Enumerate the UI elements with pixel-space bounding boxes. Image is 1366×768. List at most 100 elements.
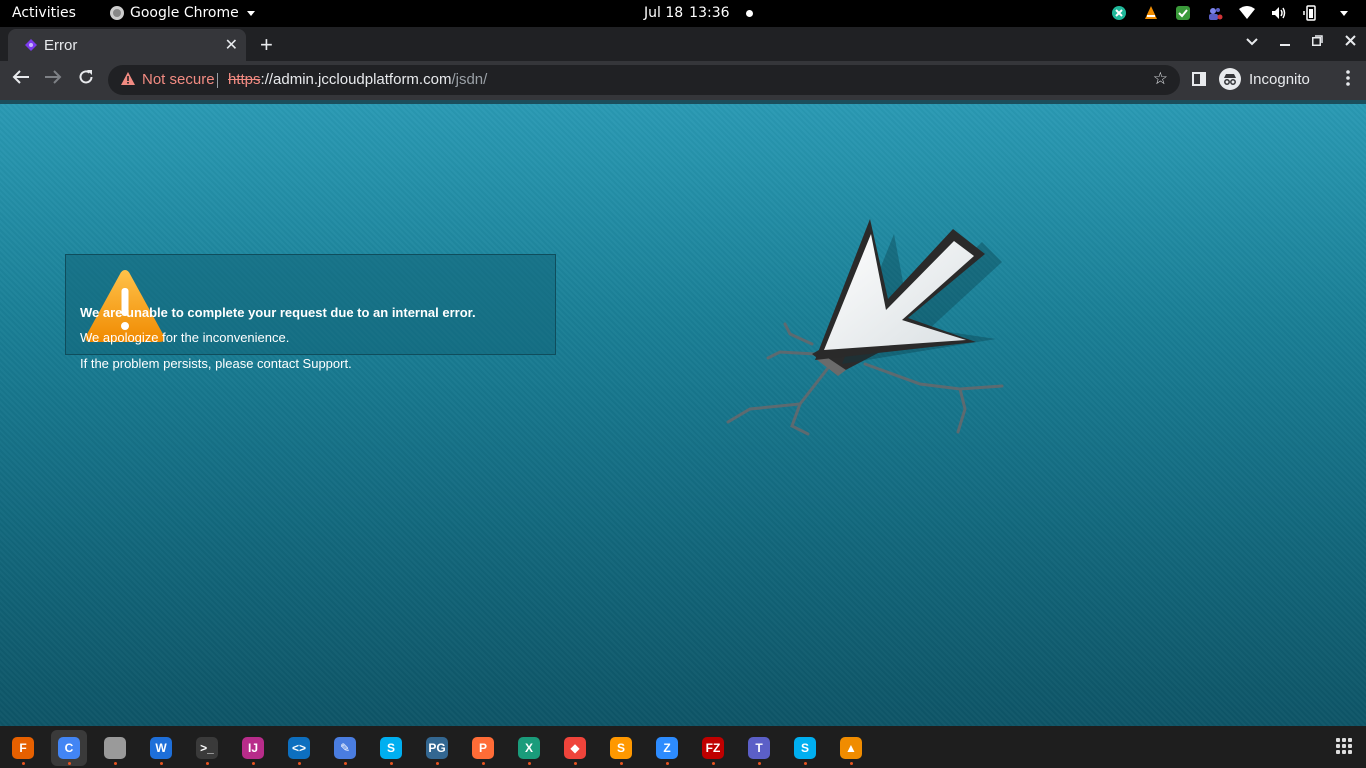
side-panel-icon[interactable] bbox=[1192, 72, 1206, 86]
system-tray bbox=[1110, 4, 1352, 22]
running-indicator bbox=[528, 762, 531, 765]
firefox-icon: F bbox=[12, 737, 34, 759]
vlc-tray-icon[interactable] bbox=[1142, 4, 1160, 22]
wifi-icon[interactable] bbox=[1238, 4, 1256, 22]
error-support-hint: If the problem persists, please contact … bbox=[80, 355, 352, 371]
crossover-icon: X bbox=[518, 737, 540, 759]
dock-app-chrome[interactable]: C bbox=[51, 730, 87, 766]
chrome-toolbar: Not secure https://admin.jccloudplatform… bbox=[0, 61, 1366, 100]
tab-title: Error bbox=[44, 37, 78, 54]
dock-app-vlc[interactable]: ▲ bbox=[833, 730, 869, 766]
intellij-icon: IJ bbox=[242, 737, 264, 759]
power-menu-caret-icon[interactable] bbox=[1334, 4, 1352, 22]
restore-button[interactable] bbox=[1312, 33, 1323, 50]
ubuntu-dock: F C W >_ IJ <> ✎ S PG P X ◆ S Z FZ T S ▲ bbox=[0, 726, 1366, 768]
incognito-label: Incognito bbox=[1249, 70, 1310, 88]
not-secure-label[interactable]: Not secure bbox=[142, 71, 215, 88]
reload-button[interactable] bbox=[78, 69, 94, 90]
dock-app-writer[interactable]: W bbox=[143, 730, 179, 766]
back-button[interactable] bbox=[12, 69, 30, 90]
battery-icon[interactable] bbox=[1302, 4, 1320, 22]
chrome-menu-icon[interactable] bbox=[1346, 70, 1350, 91]
dock-app-firefox[interactable]: F bbox=[5, 730, 41, 766]
activities-button[interactable]: Activities bbox=[12, 5, 76, 21]
dock-app-skype[interactable]: S bbox=[373, 730, 409, 766]
app-menu-label: Google Chrome bbox=[130, 5, 239, 21]
address-bar[interactable]: Not secure https://admin.jccloudplatform… bbox=[108, 65, 1180, 95]
running-indicator bbox=[298, 762, 301, 765]
url-host: ://admin.jccloudplatform.com bbox=[260, 71, 452, 88]
url-path: /jsdn/ bbox=[451, 71, 488, 88]
tab-close-icon[interactable]: ✕ bbox=[225, 35, 238, 55]
dock-app-vs-code[interactable]: <> bbox=[281, 730, 317, 766]
dock-app-text-editor[interactable]: ✎ bbox=[327, 730, 363, 766]
anydesk-icon: ◆ bbox=[564, 737, 586, 759]
page-content: We are unable to complete your request d… bbox=[0, 100, 1366, 726]
clock-date: Jul 18 bbox=[644, 5, 684, 21]
running-indicator bbox=[390, 762, 393, 765]
dock-app-anydesk[interactable]: ◆ bbox=[557, 730, 593, 766]
warning-icon[interactable] bbox=[120, 71, 136, 87]
dock-app-zoom[interactable]: Z bbox=[649, 730, 685, 766]
gnome-top-bar: Activities Google Chrome Jul 18 13:36 bbox=[0, 0, 1366, 27]
incognito-indicator[interactable]: Incognito bbox=[1219, 68, 1310, 90]
dock-app-crossover[interactable]: X bbox=[511, 730, 547, 766]
caret-down-icon bbox=[246, 10, 255, 16]
running-indicator bbox=[252, 762, 255, 765]
dock-app-filezilla[interactable]: FZ bbox=[695, 730, 731, 766]
text-editor-icon: ✎ bbox=[334, 737, 356, 759]
teams-icon: T bbox=[748, 737, 770, 759]
running-indicator bbox=[160, 762, 163, 765]
running-indicator bbox=[620, 762, 623, 765]
error-message: We are unable to complete your request d… bbox=[80, 305, 476, 372]
running-indicator bbox=[804, 762, 807, 765]
show-applications-icon[interactable] bbox=[1336, 738, 1352, 754]
running-indicator bbox=[850, 762, 853, 765]
running-indicator bbox=[436, 762, 439, 765]
url-text[interactable]: https://admin.jccloudplatform.com/jsdn/ bbox=[228, 71, 487, 88]
sublime-text-icon: S bbox=[610, 737, 632, 759]
chrome-icon bbox=[110, 6, 124, 20]
terminal-icon: >_ bbox=[196, 737, 218, 759]
new-tab-button[interactable]: + bbox=[260, 32, 273, 58]
dock-app-pgadmin[interactable]: PG bbox=[419, 730, 455, 766]
zoom-icon: Z bbox=[656, 737, 678, 759]
url-scheme: https bbox=[228, 71, 261, 88]
chrome-icon: C bbox=[58, 737, 80, 759]
bookmark-star-icon[interactable]: ☆ bbox=[1153, 69, 1168, 89]
app-menu[interactable]: Google Chrome bbox=[110, 5, 255, 21]
postman-icon: P bbox=[472, 737, 494, 759]
forward-button[interactable] bbox=[44, 69, 62, 90]
window-controls bbox=[1246, 33, 1356, 50]
minimize-button[interactable] bbox=[1280, 33, 1290, 50]
tab-search-icon[interactable] bbox=[1246, 33, 1258, 50]
running-indicator bbox=[666, 762, 669, 765]
dock-app-files[interactable] bbox=[97, 730, 133, 766]
crossover-tray-icon[interactable] bbox=[1110, 4, 1128, 22]
running-indicator bbox=[712, 762, 715, 765]
tab-error[interactable]: Error ✕ bbox=[8, 29, 246, 61]
skype-icon: S bbox=[380, 737, 402, 759]
teams-tray-icon[interactable] bbox=[1206, 4, 1224, 22]
vs-code-icon: <> bbox=[288, 737, 310, 759]
dock-app-postman[interactable]: P bbox=[465, 730, 501, 766]
running-indicator bbox=[206, 762, 209, 765]
error-apology: We apologize for the inconvenience. bbox=[80, 330, 290, 346]
dock-app-terminal[interactable]: >_ bbox=[189, 730, 225, 766]
cracked-cursor-illustration bbox=[726, 219, 1004, 436]
error-headline: We are unable to complete your request d… bbox=[80, 305, 476, 320]
dock-app-teams[interactable]: T bbox=[741, 730, 777, 766]
pgadmin-icon: PG bbox=[426, 737, 448, 759]
clock[interactable]: Jul 18 13:36 bbox=[644, 5, 753, 21]
dock-app-sublime-text[interactable]: S bbox=[603, 730, 639, 766]
notification-dot bbox=[745, 9, 753, 17]
files-icon bbox=[104, 737, 126, 759]
update-tray-icon[interactable] bbox=[1174, 4, 1192, 22]
running-indicator bbox=[574, 762, 577, 765]
volume-icon[interactable] bbox=[1270, 4, 1288, 22]
skype-2-icon: S bbox=[794, 737, 816, 759]
running-indicator bbox=[758, 762, 761, 765]
dock-app-skype-2[interactable]: S bbox=[787, 730, 823, 766]
dock-app-intellij[interactable]: IJ bbox=[235, 730, 271, 766]
close-window-button[interactable] bbox=[1345, 33, 1356, 50]
